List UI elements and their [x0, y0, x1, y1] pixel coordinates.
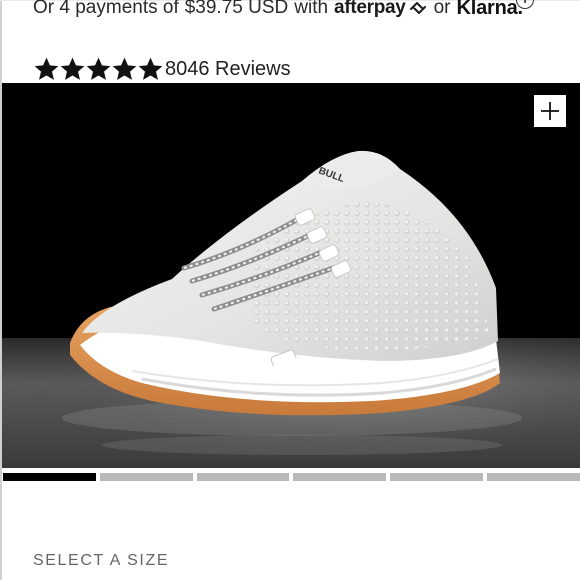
sneaker-photo: BULL: [2, 83, 580, 468]
installment-payments-line: Or 4 payments of $39.75 USD with afterpa…: [33, 0, 523, 23]
slide-indicator[interactable]: [390, 473, 484, 481]
star-icon: [112, 57, 137, 80]
payments-with: with: [294, 0, 329, 18]
slide-indicator[interactable]: [3, 473, 96, 481]
slide-indicator[interactable]: [293, 473, 387, 481]
star-icon: [60, 57, 85, 80]
klarna-logo[interactable]: Klarna.: [456, 0, 523, 20]
star-icon: [138, 57, 163, 80]
slide-indicator[interactable]: [196, 473, 290, 481]
payments-or: or: [433, 0, 451, 18]
afterpay-wordmark: afterpay: [334, 0, 406, 18]
slide-indicator[interactable]: [99, 473, 193, 481]
select-size-label: SELECT A SIZE: [33, 552, 170, 569]
installment-amount: $39.75 USD: [184, 0, 289, 18]
slide-indicator[interactable]: [487, 473, 580, 481]
payments-prefix: Or 4 payments of: [33, 0, 179, 18]
gallery-pagination[interactable]: [3, 473, 580, 481]
star-icon: [86, 57, 111, 80]
star-icon: [34, 57, 59, 80]
reviews-count-link[interactable]: 8046 Reviews: [165, 58, 291, 81]
plus-icon: [541, 102, 559, 120]
afterpay-arrows-icon: [409, 2, 426, 14]
rating-row[interactable]: 8046 Reviews: [33, 55, 291, 83]
zoom-button[interactable]: [534, 95, 566, 127]
product-image-gallery[interactable]: BULL: [2, 83, 580, 468]
afterpay-logo[interactable]: afterpay: [334, 0, 428, 19]
